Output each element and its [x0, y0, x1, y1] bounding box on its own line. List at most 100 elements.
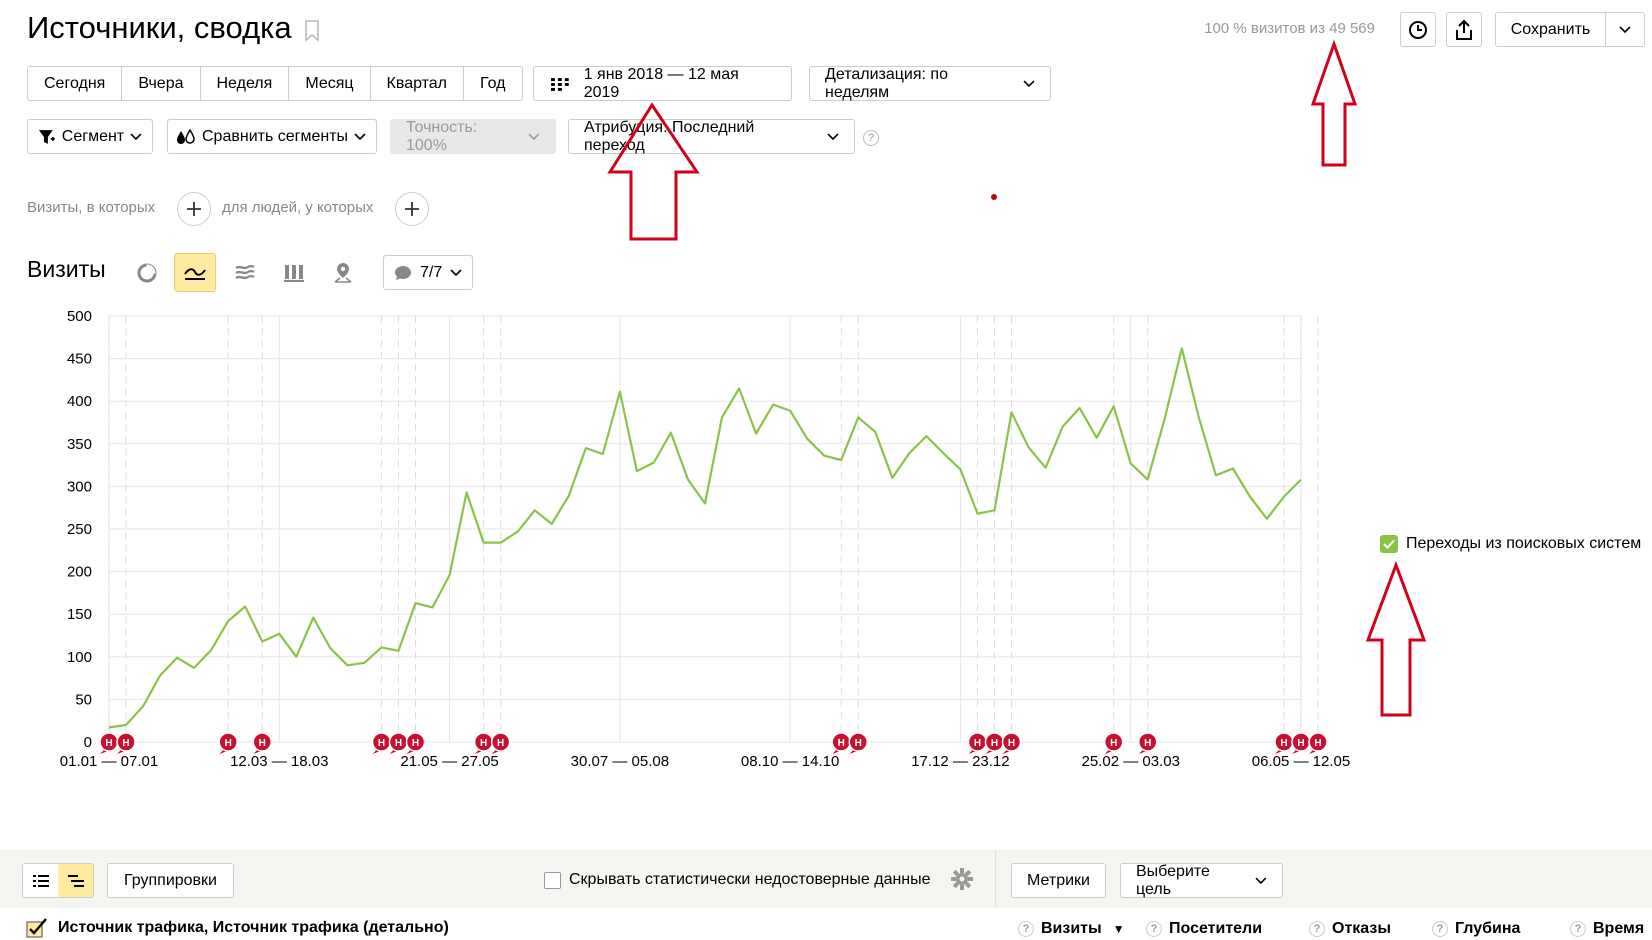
save-group: Сохранить — [1495, 12, 1645, 47]
gear-icon[interactable] — [951, 868, 973, 890]
column-bounces-label: Отказы — [1332, 920, 1391, 937]
visits-condition-label: Визиты, в которых — [27, 199, 156, 216]
period-yesterday[interactable]: Вчера — [122, 67, 201, 100]
column-visits-label: Визиты — [1041, 920, 1102, 937]
save-options-button[interactable] — [1606, 13, 1644, 46]
annotation-marker-label: Н — [1144, 738, 1151, 749]
period-selector: Сегодня Вчера Неделя Месяц Квартал Год — [27, 66, 523, 101]
segment-dropdown[interactable]: Сегмент — [27, 119, 153, 154]
legend-checkbox[interactable] — [1380, 535, 1398, 553]
share-icon — [1456, 19, 1472, 40]
help-icon[interactable]: ? — [1309, 921, 1325, 937]
add-people-condition-button[interactable] — [395, 192, 429, 226]
column-depth-label: Глубина — [1455, 920, 1521, 937]
add-visit-condition-button[interactable] — [177, 192, 211, 226]
sort-desc-icon[interactable]: ▼ — [1113, 922, 1125, 936]
annotation-marker-label: Н — [395, 738, 402, 749]
chevron-down-icon — [1255, 877, 1267, 884]
view-map-button[interactable] — [322, 253, 364, 292]
date-range-picker[interactable]: 1 янв 2018 — 12 мая 2019 — [533, 66, 792, 101]
groupings-button[interactable]: Группировки — [107, 863, 234, 898]
annotation-marker-label: Н — [1297, 738, 1304, 749]
column-time-label: Время — [1593, 920, 1645, 937]
annotation-marker-label: Н — [225, 738, 232, 749]
detail-dropdown[interactable]: Детализация: по неделям — [809, 66, 1051, 101]
checkbox-checked-icon[interactable] — [26, 918, 48, 938]
annotation-marker-label: Н — [855, 738, 862, 749]
detail-label: Детализация: по неделям — [825, 65, 948, 101]
metrics-button[interactable]: Метрики — [1011, 863, 1106, 898]
period-month[interactable]: Месяц — [289, 67, 371, 100]
plus-icon — [405, 202, 419, 216]
x-tick-label: 17.12 — 23.12 — [911, 753, 1009, 770]
table-dimension-header[interactable]: Источник трафика, Источник трафика (дета… — [26, 918, 449, 938]
bar-chart-icon — [284, 264, 304, 282]
column-visitors-label: Посетители — [1169, 920, 1263, 937]
view-area-button[interactable] — [224, 253, 266, 292]
export-button[interactable] — [1446, 12, 1482, 47]
comments-dropdown[interactable]: 7/7 — [383, 255, 474, 290]
annotation-marker-label: Н — [974, 738, 981, 749]
column-bounces[interactable]: ? Отказы — [1309, 920, 1391, 938]
y-tick-label: 100 — [67, 649, 92, 666]
attribution-dropdown[interactable]: Атрибуция: Последний переход — [568, 119, 855, 154]
list-view-button[interactable] — [23, 864, 58, 897]
dimension-label: Источник трафика, Источник трафика (дета… — [58, 919, 449, 936]
annotation-marker-label: Н — [412, 738, 419, 749]
visits-info: 100 % визитов из 49 569 — [1204, 20, 1375, 37]
period-week[interactable]: Неделя — [200, 67, 290, 100]
chevron-down-icon — [1619, 25, 1631, 33]
help-icon[interactable]: ? — [1146, 921, 1162, 937]
table-view-toggle — [22, 863, 94, 898]
pie-chart-icon — [137, 263, 157, 282]
date-range-label: 1 янв 2018 — 12 мая 2019 — [583, 65, 739, 101]
save-button[interactable]: Сохранить — [1496, 13, 1606, 46]
compare-drops-icon — [177, 128, 195, 144]
help-icon[interactable]: ? — [1570, 921, 1586, 937]
y-tick-label: 450 — [67, 351, 92, 368]
attribution-help-icon[interactable]: ? — [863, 130, 879, 146]
compare-segments-dropdown[interactable]: Сравнить сегменты — [167, 119, 377, 154]
annotation-marker-label: Н — [991, 738, 998, 749]
help-icon[interactable]: ? — [1018, 921, 1034, 937]
annotation-marker-label: Н — [1110, 738, 1117, 749]
view-pie-button[interactable] — [126, 253, 168, 292]
x-tick-label: 21.05 — 27.05 — [400, 753, 498, 770]
tree-view-button[interactable] — [58, 864, 93, 897]
view-bar-button[interactable] — [273, 253, 315, 292]
visits-line-chart: 0 50 100 150 200 250 300 350 400 450 500 01.01 — 07… — [60, 308, 1350, 770]
comment-icon — [395, 265, 411, 280]
map-pin-icon — [334, 262, 352, 283]
annotation-marker-label: Н — [1280, 738, 1287, 749]
chart-legend[interactable]: Переходы из поисковых систем — [1380, 535, 1641, 553]
hide-unreliable-option[interactable]: Скрывать статистически недостоверные дан… — [544, 871, 931, 889]
x-tick-label: 08.10 — 14.10 — [741, 753, 839, 770]
choose-goal-dropdown[interactable]: Выберите цель — [1120, 863, 1283, 898]
compare-label: Сравнить сегменты — [202, 127, 349, 145]
column-time[interactable]: ? Время — [1570, 920, 1644, 938]
period-year[interactable]: Год — [464, 67, 522, 100]
y-tick-label: 500 — [67, 308, 92, 325]
column-visitors[interactable]: ? Посетители — [1146, 920, 1262, 938]
bookmark-icon[interactable] — [304, 20, 320, 42]
filter-icon — [38, 129, 55, 144]
annotation-marker-label: Н — [497, 738, 504, 749]
annotation-marker-label: Н — [122, 738, 129, 749]
annotation-marker-label: Н — [1314, 738, 1321, 749]
annotation-marker-label: Н — [838, 738, 845, 749]
history-button[interactable] — [1400, 12, 1436, 47]
column-depth[interactable]: ? Глубина — [1432, 920, 1520, 938]
hide-unreliable-checkbox[interactable] — [544, 871, 561, 889]
period-quarter[interactable]: Квартал — [370, 67, 465, 100]
checkmark-icon — [1383, 539, 1395, 549]
chevron-down-icon — [827, 132, 839, 140]
x-tick-label: 25.02 — 03.03 — [1082, 753, 1180, 770]
stacked-area-icon — [235, 264, 255, 279]
help-icon[interactable]: ? — [1432, 921, 1448, 937]
view-line-button[interactable] — [174, 253, 216, 292]
column-visits[interactable]: ? Визиты ▼ — [1018, 920, 1125, 938]
accuracy-label: Точность: 100% — [406, 118, 478, 154]
arrow-up-visits — [1310, 39, 1358, 167]
period-today[interactable]: Сегодня — [28, 67, 123, 100]
y-tick-label: 250 — [67, 521, 92, 538]
